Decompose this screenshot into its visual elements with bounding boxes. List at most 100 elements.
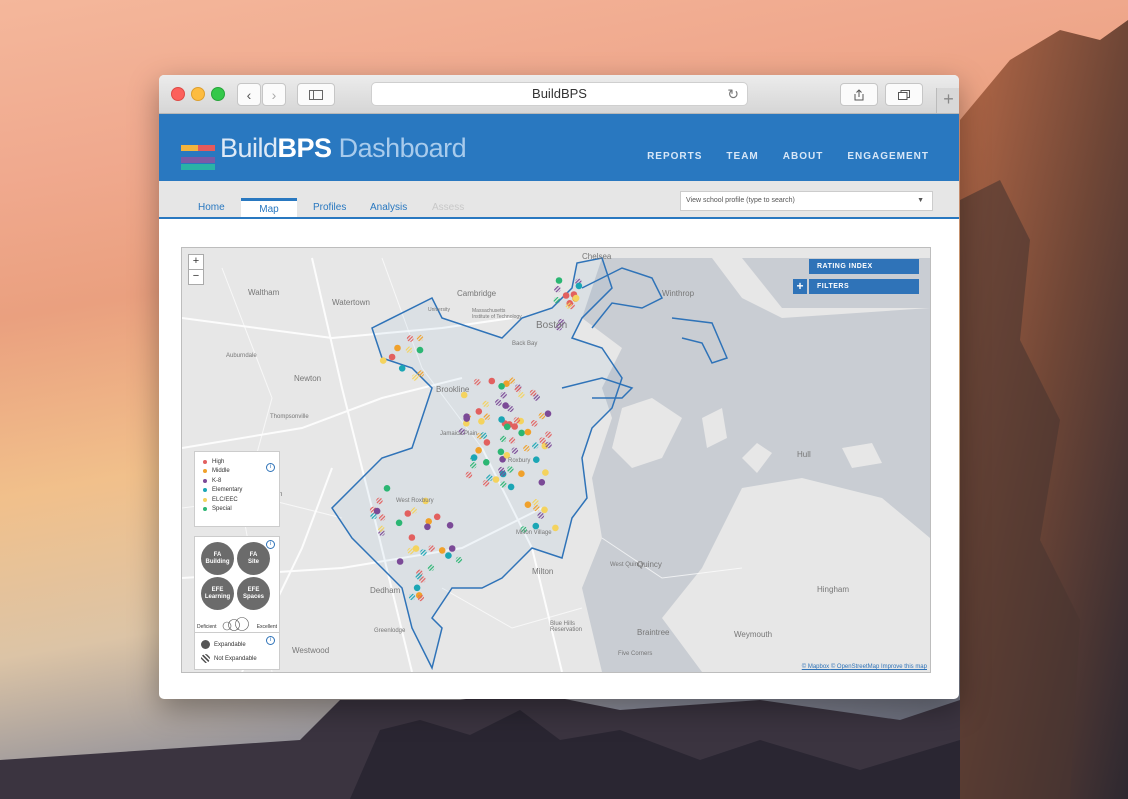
school-marker[interactable]	[533, 504, 540, 512]
school-marker[interactable]	[446, 522, 454, 529]
school-marker[interactable]	[417, 370, 424, 377]
school-marker[interactable]	[428, 545, 435, 552]
reload-icon[interactable]: ↻	[727, 83, 739, 105]
osm-link[interactable]: © OpenStreetMap	[831, 664, 879, 670]
school-marker[interactable]	[463, 413, 470, 420]
school-marker[interactable]	[572, 294, 580, 302]
school-marker[interactable]	[544, 410, 552, 417]
school-marker[interactable]	[445, 552, 452, 559]
school-marker[interactable]	[406, 335, 414, 342]
school-marker[interactable]	[405, 346, 413, 354]
school-marker[interactable]	[378, 514, 386, 521]
zoom-in-button[interactable]: +	[188, 254, 204, 270]
school-marker[interactable]	[508, 437, 516, 444]
school-marker[interactable]	[518, 470, 525, 477]
school-marker[interactable]	[373, 507, 381, 515]
forward-button[interactable]: ›	[262, 83, 286, 106]
school-marker[interactable]	[478, 418, 485, 425]
tab-analysis[interactable]: Analysis	[358, 199, 419, 217]
school-marker[interactable]	[533, 394, 540, 401]
nav-team[interactable]: TEAM	[726, 151, 758, 162]
school-marker[interactable]	[408, 593, 416, 601]
school-marker[interactable]	[554, 285, 561, 293]
school-marker[interactable]	[376, 497, 383, 505]
nav-engagement[interactable]: ENGAGEMENT	[847, 151, 929, 162]
school-marker[interactable]	[537, 512, 545, 519]
school-marker[interactable]	[433, 513, 441, 521]
school-marker[interactable]	[524, 428, 532, 436]
minimize-window-button[interactable]	[191, 87, 205, 101]
school-marker[interactable]	[438, 547, 446, 554]
sidebar-toggle-button[interactable]	[297, 83, 335, 106]
school-marker[interactable]	[553, 296, 561, 304]
zoom-out-button[interactable]: −	[188, 269, 204, 285]
school-marker[interactable]	[483, 439, 491, 446]
school-marker[interactable]	[552, 524, 559, 532]
tabs-overview-button[interactable]	[885, 83, 923, 106]
school-marker[interactable]	[395, 519, 403, 527]
school-marker[interactable]	[514, 385, 522, 393]
school-marker[interactable]	[575, 282, 583, 290]
school-marker[interactable]	[545, 441, 552, 449]
school-marker[interactable]	[424, 523, 431, 531]
school-marker[interactable]	[518, 429, 525, 437]
school-marker[interactable]	[532, 498, 539, 506]
school-marker[interactable]	[448, 545, 456, 552]
school-marker[interactable]	[538, 479, 546, 486]
school-marker[interactable]	[532, 442, 539, 449]
school-marker[interactable]	[507, 466, 514, 473]
school-marker[interactable]	[507, 483, 515, 491]
close-window-button[interactable]	[171, 87, 185, 101]
map-canvas[interactable]	[182, 248, 930, 672]
school-marker[interactable]	[565, 302, 573, 309]
school-marker[interactable]	[410, 507, 418, 514]
school-marker[interactable]	[483, 413, 491, 421]
filters-expand-icon[interactable]: +	[793, 279, 807, 294]
school-marker[interactable]	[555, 277, 563, 284]
school-marker[interactable]	[545, 431, 552, 438]
info-icon[interactable]: i	[266, 463, 275, 472]
school-marker[interactable]	[473, 378, 481, 386]
nav-about[interactable]: ABOUT	[783, 151, 824, 162]
school-marker[interactable]	[492, 476, 500, 483]
expandable-info-icon[interactable]: i	[266, 636, 275, 645]
school-marker[interactable]	[538, 412, 546, 420]
school-marker[interactable]	[416, 346, 424, 354]
tab-assess[interactable]: Assess	[420, 199, 476, 217]
school-marker[interactable]	[533, 456, 540, 463]
school-marker[interactable]	[497, 448, 505, 456]
school-marker[interactable]	[486, 474, 493, 482]
school-marker[interactable]	[498, 416, 505, 423]
school-marker[interactable]	[413, 584, 421, 592]
school-marker[interactable]	[511, 447, 519, 454]
school-marker[interactable]	[503, 423, 511, 431]
school-marker[interactable]	[475, 408, 483, 415]
school-marker[interactable]	[415, 573, 423, 580]
school-map[interactable]: Chelsea Waltham Watertown Cambridge Winthrop…	[181, 247, 931, 673]
school-marker[interactable]	[420, 549, 427, 556]
school-marker[interactable]	[388, 353, 396, 361]
school-marker[interactable]	[483, 459, 490, 466]
school-marker[interactable]	[482, 479, 490, 487]
school-marker[interactable]	[518, 391, 525, 399]
school-marker[interactable]	[523, 445, 530, 452]
address-bar[interactable]: BuildBPS ↻	[371, 82, 748, 106]
zoom-window-button[interactable]	[211, 87, 225, 101]
mapbox-link[interactable]: © Mapbox	[802, 664, 829, 670]
school-marker[interactable]	[379, 357, 387, 364]
tab-profiles[interactable]: Profiles	[301, 199, 358, 217]
school-marker[interactable]	[495, 399, 502, 406]
school-marker[interactable]	[498, 383, 505, 390]
school-marker[interactable]	[378, 525, 385, 533]
school-marker[interactable]	[542, 469, 549, 476]
school-marker[interactable]	[465, 471, 473, 479]
school-marker[interactable]	[394, 344, 401, 352]
school-marker[interactable]	[398, 365, 406, 372]
tab-map[interactable]: Map	[241, 198, 297, 217]
tab-home[interactable]: Home	[186, 199, 237, 217]
rating-index-button[interactable]: RATING INDEX	[809, 259, 919, 274]
school-marker[interactable]	[562, 292, 570, 299]
school-marker[interactable]	[383, 485, 391, 492]
app-logo[interactable]: BuildBPS Dashboard	[220, 133, 467, 164]
new-tab-button[interactable]: +	[936, 88, 959, 113]
